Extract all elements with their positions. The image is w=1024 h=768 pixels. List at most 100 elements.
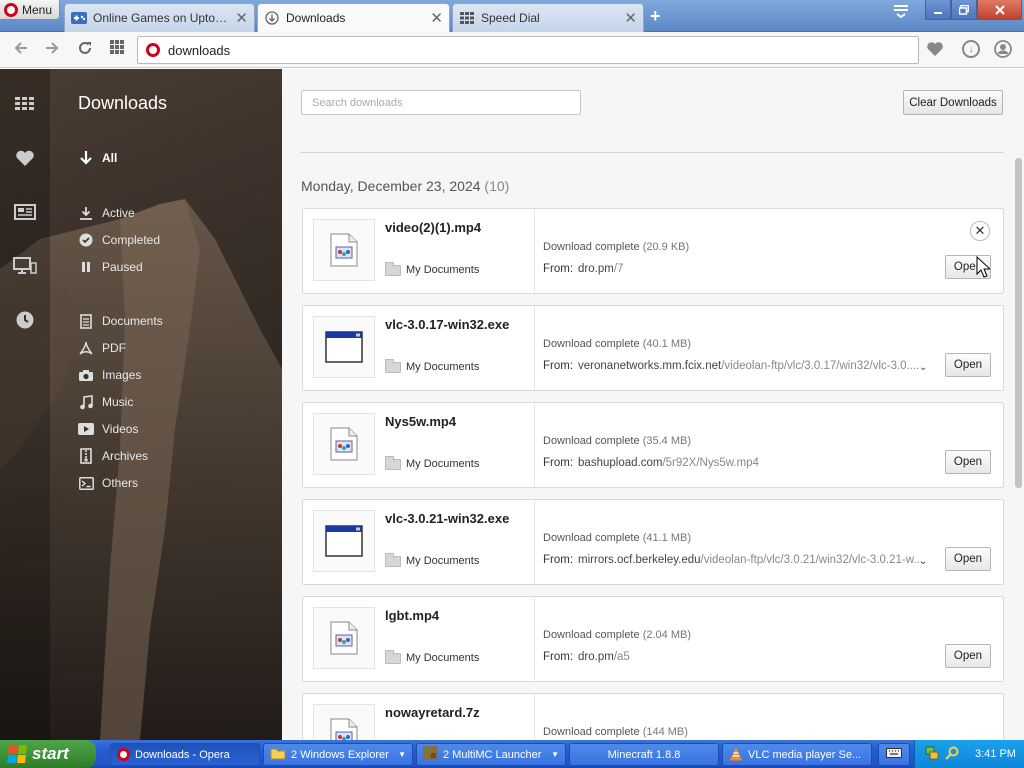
- sidebar-item-images[interactable]: Images: [78, 367, 141, 383]
- source-host[interactable]: bashupload.com: [578, 457, 662, 469]
- taskbar-item-multimc[interactable]: 2 MultiMC Launcher ▼: [416, 743, 566, 766]
- minimize-button[interactable]: [925, 0, 951, 20]
- speed-dial-rail-icon[interactable]: [12, 93, 38, 115]
- folder-icon: [385, 455, 401, 470]
- clear-downloads-button[interactable]: Clear Downloads: [903, 90, 1003, 115]
- sidebar-item-all[interactable]: All: [78, 150, 117, 166]
- devices-rail-icon[interactable]: [12, 255, 38, 277]
- chevron-down-icon[interactable]: ⌄: [919, 362, 927, 373]
- sidebar-item-archives[interactable]: Archives: [78, 448, 148, 464]
- taskbar-item-minecraft[interactable]: Minecraft 1.8.8: [569, 743, 719, 766]
- taskbar-item-keyboard[interactable]: [878, 743, 910, 766]
- network-icon[interactable]: [925, 746, 939, 763]
- card-divider: [534, 694, 535, 740]
- sidebar-item-pdf[interactable]: PDF: [78, 340, 126, 356]
- forward-icon[interactable]: [42, 40, 62, 61]
- clock[interactable]: 3:41 PM: [975, 748, 1016, 760]
- scrollbar-thumb[interactable]: [1015, 158, 1022, 488]
- source-host[interactable]: dro.pm: [578, 651, 614, 663]
- close-window-button[interactable]: [977, 0, 1022, 20]
- chevron-down-icon[interactable]: ⌄: [919, 556, 927, 567]
- history-rail-icon[interactable]: [12, 309, 38, 331]
- opera-menu-button[interactable]: Menu: [0, 0, 60, 20]
- file-name[interactable]: nowayretard.7z: [385, 705, 480, 720]
- sidebar-item-label: Others: [102, 476, 139, 490]
- task-label: Downloads - Opera: [135, 748, 230, 761]
- heart-bookmark-icon[interactable]: [923, 37, 947, 61]
- heart-rail-icon[interactable]: [12, 147, 38, 169]
- from-label: From:: [543, 360, 574, 372]
- download-status: Download complete (41.1 MB): [543, 532, 691, 544]
- folder-name: My Documents: [406, 652, 480, 664]
- file-size: (35.4 MB): [642, 435, 691, 447]
- music-note-icon: [78, 394, 94, 410]
- media-file-icon: [313, 704, 375, 740]
- file-name[interactable]: video(2)(1).mp4: [385, 220, 481, 235]
- sidebar-item-paused[interactable]: Paused: [78, 259, 143, 275]
- file-name[interactable]: vlc-3.0.21-win32.exe: [385, 511, 509, 526]
- account-icon[interactable]: [991, 37, 1015, 61]
- back-icon[interactable]: [11, 40, 31, 61]
- sidebar-item-active[interactable]: Active: [78, 205, 135, 221]
- show-in-folder-link[interactable]: My Documents: [385, 649, 480, 664]
- sidebar-item-others[interactable]: Others: [78, 475, 138, 491]
- new-tab-button[interactable]: +: [650, 6, 661, 27]
- reload-icon[interactable]: [75, 40, 95, 61]
- search-input[interactable]: Search downloads: [301, 90, 581, 115]
- sidebar-item-label: Music: [102, 395, 134, 409]
- tab-close-icon[interactable]: ✕: [430, 9, 443, 27]
- download-item[interactable]: vlc-3.0.21-win32.exe My Documents Downlo…: [302, 499, 1004, 585]
- file-name[interactable]: lgbt.mp4: [385, 608, 439, 623]
- tab-online-games[interactable]: Online Games on UptoPlay — ✕: [64, 3, 255, 32]
- download-item[interactable]: video(2)(1).mp4 My Documents Download co…: [302, 208, 1004, 294]
- open-button[interactable]: Open: [945, 450, 991, 474]
- file-name[interactable]: Nys5w.mp4: [385, 414, 456, 429]
- source-host[interactable]: mirrors.ocf.berkeley.edu: [578, 554, 701, 566]
- from-label: From:: [543, 457, 574, 469]
- download-item[interactable]: Nys5w.mp4 My Documents Download complete…: [302, 402, 1004, 488]
- source-host[interactable]: dro.pm: [578, 263, 614, 275]
- card-divider: [534, 403, 535, 487]
- tab-speed-dial[interactable]: Speed Dial ✕: [452, 3, 644, 32]
- source-path[interactable]: /a5: [614, 651, 630, 663]
- taskbar-item-vlc[interactable]: VLC media player Se...: [722, 743, 872, 766]
- source-path[interactable]: /5r92X/Nys5w.mp4: [662, 457, 759, 469]
- tab-menu-icon[interactable]: [890, 4, 912, 21]
- search-icon[interactable]: [945, 746, 959, 763]
- show-in-folder-link[interactable]: My Documents: [385, 358, 479, 373]
- sidebar-item-completed[interactable]: Completed: [78, 232, 160, 248]
- show-in-folder-link[interactable]: My Documents: [385, 261, 479, 276]
- source-path[interactable]: /7: [614, 263, 624, 275]
- taskbar-item-opera[interactable]: Downloads - Opera: [110, 743, 260, 766]
- sidebar-item-videos[interactable]: Videos: [78, 421, 138, 437]
- open-button[interactable]: Open: [945, 353, 991, 377]
- news-rail-icon[interactable]: [12, 201, 38, 223]
- sidebar-item-music[interactable]: Music: [78, 394, 133, 410]
- show-in-folder-link[interactable]: My Documents: [385, 455, 479, 470]
- open-button[interactable]: Open: [945, 547, 991, 571]
- download-item[interactable]: nowayretard.7z Download complete (144 MB…: [302, 693, 1004, 740]
- tab-close-icon[interactable]: ✕: [624, 9, 637, 27]
- source-host[interactable]: veronanetworks.mm.fcix.net: [578, 360, 721, 372]
- downloads-icon[interactable]: ↓: [959, 37, 983, 61]
- start-button[interactable]: start: [0, 740, 96, 768]
- file-size: (2.04 MB): [642, 629, 691, 641]
- remove-download-icon[interactable]: ✕: [970, 221, 990, 241]
- tab-downloads[interactable]: Downloads ✕: [257, 3, 450, 32]
- maximize-button[interactable]: [951, 0, 977, 20]
- sidebar-item-documents[interactable]: Documents: [78, 313, 163, 329]
- address-bar[interactable]: downloads: [137, 36, 919, 64]
- speed-dial-grid-icon[interactable]: [107, 40, 127, 59]
- download-item[interactable]: lgbt.mp4 My Documents Download complete …: [302, 596, 1004, 682]
- folder-icon: [385, 552, 401, 567]
- taskbar-item-explorer[interactable]: 2 Windows Explorer ▼: [263, 743, 413, 766]
- show-in-folder-link[interactable]: My Documents: [385, 552, 479, 567]
- sidebar-item-label: All: [102, 151, 118, 165]
- tab-close-icon[interactable]: ✕: [235, 9, 248, 27]
- download-item[interactable]: vlc-3.0.17-win32.exe My Documents Downlo…: [302, 305, 1004, 391]
- source-path[interactable]: /videolan-ftp/vlc/3.0.21/win32/vlc-3.0.2…: [701, 554, 923, 566]
- source-path[interactable]: /videolan-ftp/vlc/3.0.17/win32/vlc-3.0..…: [721, 360, 919, 372]
- file-name[interactable]: vlc-3.0.17-win32.exe: [385, 317, 509, 332]
- sidebar-item-label: Images: [102, 368, 142, 382]
- open-button[interactable]: Open: [945, 644, 991, 668]
